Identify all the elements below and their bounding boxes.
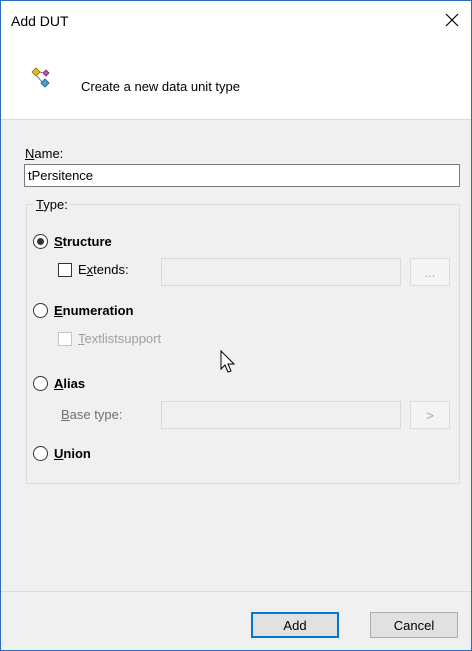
header-description: Create a new data unit type [81, 79, 240, 94]
textlistsupport-label: Textlistsupport [78, 331, 162, 346]
textlistsupport-checkbox[interactable]: Textlistsupport [58, 331, 161, 346]
title-bar: Add DUT [1, 1, 471, 39]
union-radio[interactable]: Union [33, 446, 91, 461]
enumeration-radio-indicator [33, 303, 48, 318]
mouse-pointer-icon [220, 349, 236, 377]
type-group-label: Type: [34, 197, 70, 212]
alias-radio[interactable]: Alias [33, 376, 85, 391]
dialog-footer: Add Cancel [1, 591, 471, 650]
union-label: Union [54, 446, 91, 461]
alias-label: Alias [54, 376, 86, 391]
structure-label: Structure [54, 234, 112, 249]
extends-type-field[interactable] [161, 258, 401, 286]
extends-checkbox-box [58, 262, 72, 277]
base-type-label: Base type: [61, 407, 123, 422]
extends-checkbox[interactable]: Extends: [58, 262, 129, 277]
union-radio-indicator [33, 446, 48, 461]
extends-label: Extends: [78, 262, 129, 277]
structure-radio-indicator [33, 234, 48, 249]
base-type-browse-button[interactable]: > [410, 401, 450, 429]
extends-browse-button[interactable]: ... [410, 258, 450, 286]
add-button[interactable]: Add [251, 612, 339, 638]
data-unit-type-icon [31, 67, 53, 92]
alias-radio-indicator [33, 376, 48, 391]
dialog-header: Create a new data unit type [1, 39, 471, 119]
name-label: Name: [25, 146, 64, 161]
name-label-rest: ame: [34, 146, 64, 161]
add-dut-dialog: Add DUT Create a new data unit type Name… [0, 0, 472, 651]
enumeration-label: Enumeration [54, 303, 134, 318]
structure-radio[interactable]: Structure [33, 234, 112, 249]
close-icon[interactable] [437, 5, 467, 35]
name-input[interactable] [24, 164, 460, 187]
textlistsupport-checkbox-box [58, 331, 72, 346]
form-panel: Name: Type: Structure Extends: ... Enume… [1, 119, 471, 591]
dialog-title: Add DUT [11, 13, 69, 29]
enumeration-radio[interactable]: Enumeration [33, 303, 133, 318]
base-type-field[interactable] [161, 401, 401, 429]
cancel-button[interactable]: Cancel [370, 612, 458, 638]
